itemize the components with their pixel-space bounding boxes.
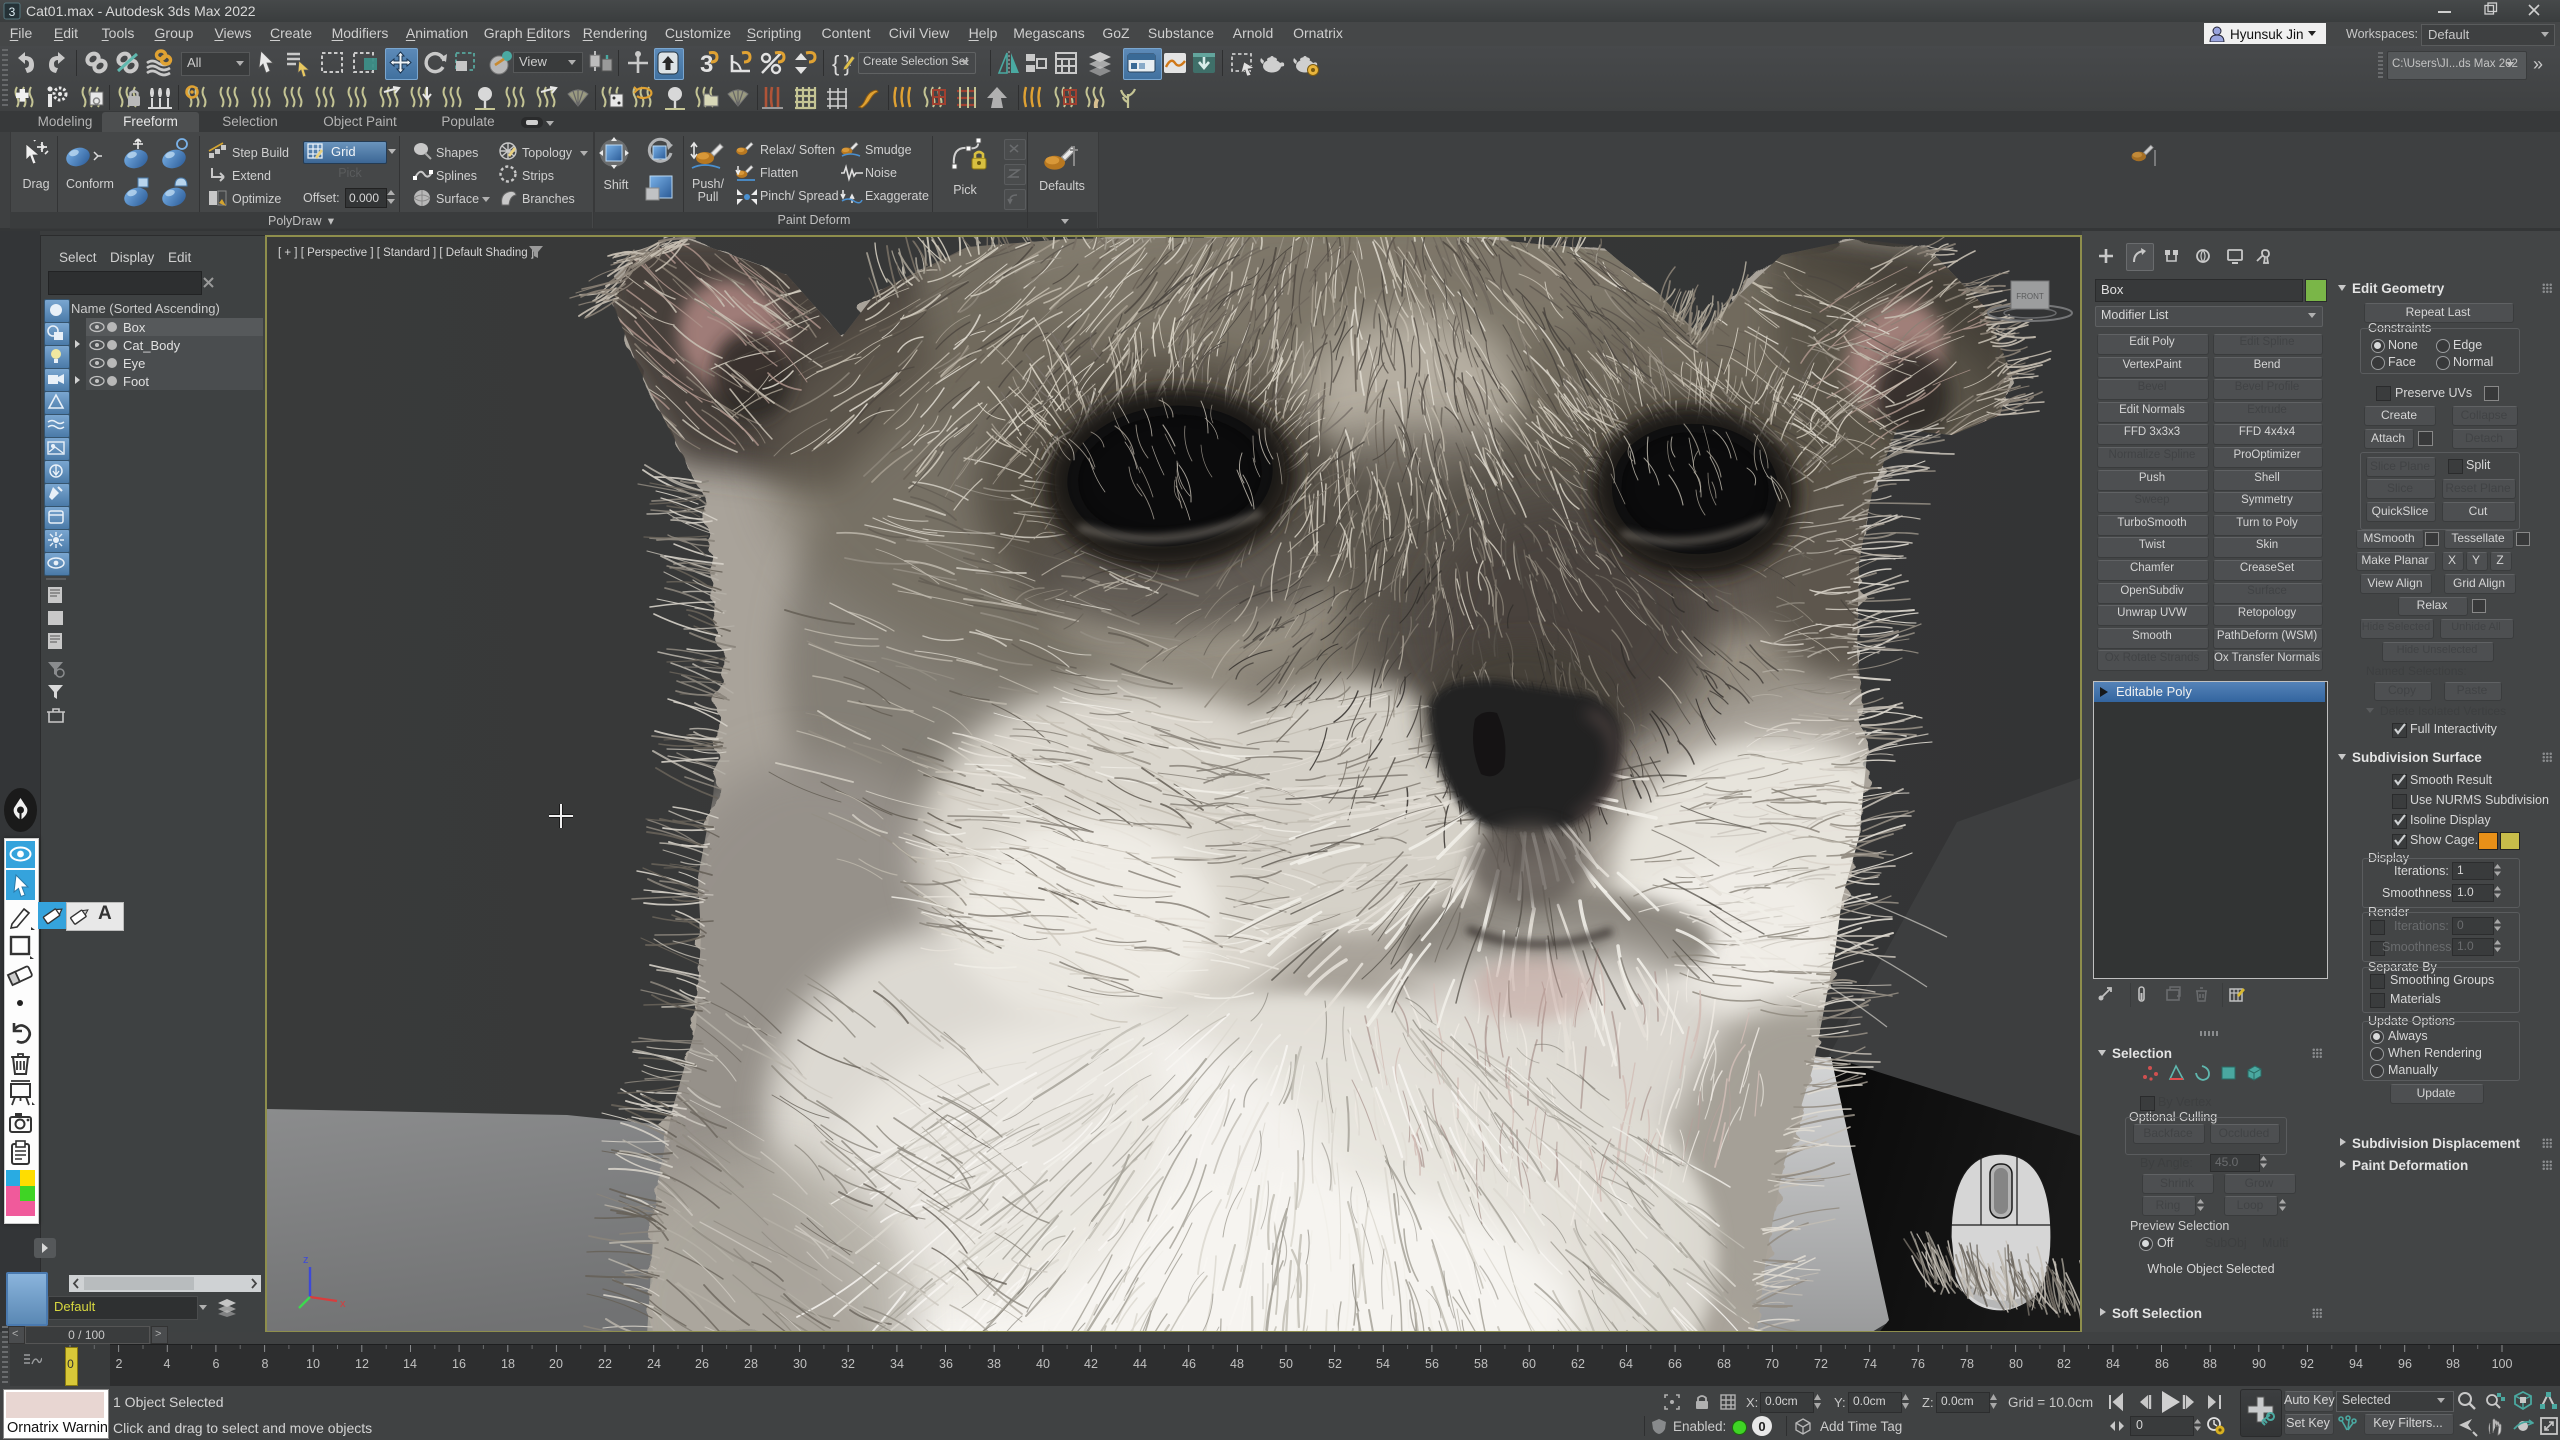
- svg-text:3: 3: [700, 51, 713, 77]
- svg-text:FRONT: FRONT: [2016, 292, 2044, 301]
- svg-text:[ + ] [ Perspective ] [ Standa: [ + ] [ Perspective ] [ Standard ] [ Def…: [278, 247, 534, 259]
- svg-text:3: 3: [9, 5, 16, 19]
- svg-text:x: x: [340, 1298, 346, 1310]
- svg-text:z: z: [303, 1254, 309, 1266]
